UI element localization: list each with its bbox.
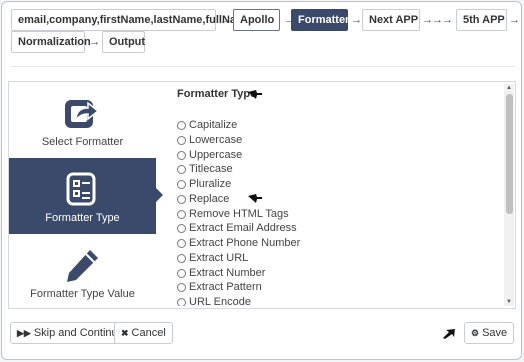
arrow-right-icon: → (509, 14, 520, 26)
option-pluralize[interactable]: Pluralize (177, 177, 231, 191)
step-formatter-type[interactable]: Formatter Type (9, 158, 163, 234)
option-label: Remove HTML Tags (189, 208, 289, 220)
cursor-arrow-icon (248, 90, 262, 99)
radio-button[interactable] (177, 135, 186, 145)
skip-label: Skip and Continue (33, 327, 124, 339)
pipeline-node-apollo[interactable]: Apollo (233, 9, 280, 31)
option-remove-html-tags[interactable]: Remove HTML Tags (177, 207, 289, 221)
option-label: Lowercase (189, 134, 243, 146)
radio-button[interactable] (177, 238, 186, 248)
radio-button[interactable] (177, 164, 186, 174)
pipeline-node-5th-app[interactable]: 5th APP (456, 9, 507, 31)
divider (11, 66, 515, 67)
pipeline-node-normalization[interactable]: Normalization (11, 31, 91, 53)
option-extract-url[interactable]: Extract URL (177, 251, 248, 265)
close-icon: ✖ (121, 328, 129, 338)
option-label: Extract Email Address (189, 222, 297, 234)
skip-and-continue-button[interactable]: ▶▶ Skip and Continue (10, 322, 131, 344)
option-label: Uppercase (189, 149, 243, 161)
option-extract-email-address[interactable]: Extract Email Address (177, 221, 297, 235)
option-extract-number[interactable]: Extract Number (177, 266, 265, 280)
option-label: URL Encode (189, 296, 251, 306)
cursor-arrow-icon (248, 194, 262, 203)
option-label: Pluralize (189, 178, 232, 190)
radio-button[interactable] (177, 194, 186, 204)
document-list-icon (62, 170, 102, 208)
step-label: Formatter Type (45, 212, 120, 224)
option-label: Titlecase (189, 163, 233, 175)
wizard-steps: Select Formatter Formatter Type Formatte… (9, 82, 163, 310)
option-label: Capitalize (189, 119, 238, 131)
save-label: Save (482, 327, 508, 339)
radio-button[interactable] (177, 297, 186, 306)
option-uppercase[interactable]: Uppercase (177, 148, 242, 162)
pipeline-node-input-fields[interactable]: email,company,firstName,lastName,fullNam… (11, 9, 252, 31)
formatter-wizard-panel: Select Formatter Formatter Type Formatte… (8, 81, 516, 309)
cancel-button[interactable]: ✖ Cancel (114, 322, 173, 344)
radio-button[interactable] (177, 223, 186, 233)
option-titlecase[interactable]: Titlecase (177, 162, 233, 176)
pencil-icon (62, 246, 102, 284)
radio-button[interactable] (177, 209, 186, 219)
option-label: Extract Phone Number (189, 237, 301, 249)
radio-button[interactable] (177, 282, 186, 292)
option-label: Replace (189, 193, 230, 205)
arrow-right-icon: → (442, 14, 453, 26)
radio-button[interactable] (177, 253, 186, 263)
pipeline-node-next-app[interactable]: Next APP (362, 9, 420, 31)
gear-icon: ⚙ (471, 328, 480, 338)
pipeline-node-output[interactable]: Output (102, 31, 145, 53)
scroll-down-icon[interactable]: ▼ (505, 298, 513, 306)
options-scrollbar[interactable]: ▲ ▼ (504, 84, 514, 306)
option-extract-pattern[interactable]: Extract Pattern (177, 280, 262, 294)
formatter-type-options: Formatter Type Capitalize Lowercase Uppe… (177, 88, 497, 306)
step-select-formatter[interactable]: Select Formatter (9, 82, 156, 158)
option-url-encode[interactable]: URL Encode (177, 295, 251, 306)
cancel-label: Cancel (131, 327, 166, 339)
scroll-up-icon[interactable]: ▲ (505, 84, 513, 92)
cursor-arrow-icon (443, 329, 455, 339)
app-frame: email,company,firstName,lastName,fullNam… (1, 1, 522, 360)
option-label: Extract Number (189, 267, 266, 279)
option-label: Extract Pattern (189, 281, 262, 293)
option-lowercase[interactable]: Lowercase (177, 133, 242, 147)
fast-forward-icon: ▶▶ (17, 328, 31, 338)
step-label: Select Formatter (41, 136, 124, 148)
step-formatter-type-value[interactable]: Formatter Type Value (9, 234, 156, 310)
arrow-right-icon: → (220, 14, 231, 26)
share-icon (62, 94, 102, 132)
arrow-right-icon: → (351, 14, 362, 26)
option-extract-phone-number[interactable]: Extract Phone Number (177, 236, 300, 250)
pipeline-node-formatter[interactable]: Formatter (291, 9, 349, 31)
arrow-right-icon: → (89, 36, 100, 48)
scrollbar-thumb[interactable] (506, 94, 513, 214)
radio-button[interactable] (177, 268, 186, 278)
radio-button[interactable] (177, 150, 186, 160)
step-label: Formatter Type Value (30, 288, 135, 300)
option-replace[interactable]: Replace (177, 192, 229, 206)
formatter-type-title: Formatter Type (177, 88, 257, 100)
option-label: Extract URL (189, 252, 249, 264)
radio-button[interactable] (177, 179, 186, 189)
save-button[interactable]: ⚙ Save (464, 322, 515, 344)
radio-button[interactable] (177, 120, 186, 130)
option-capitalize[interactable]: Capitalize (177, 118, 237, 132)
